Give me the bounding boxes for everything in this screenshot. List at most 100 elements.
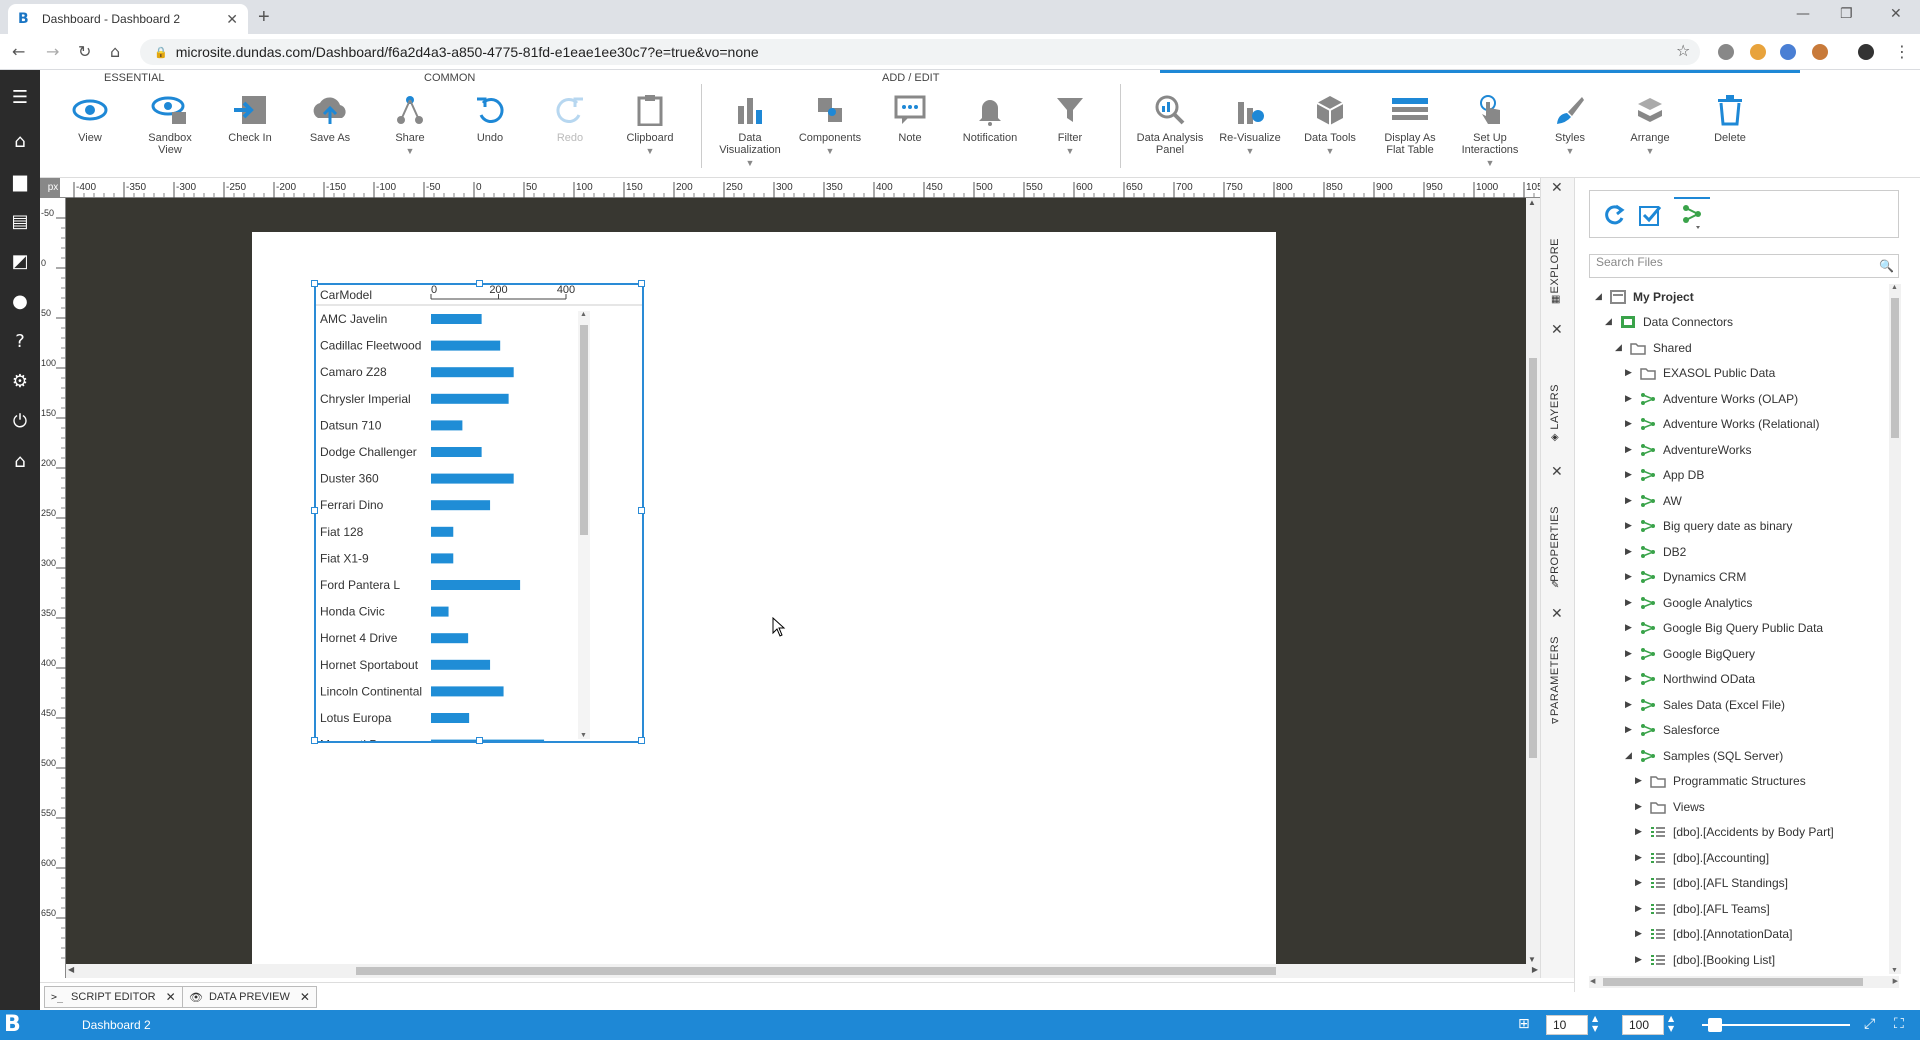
tree-expand-icon[interactable]: ▶ bbox=[1625, 368, 1639, 378]
scroll-down-arrow-icon[interactable]: ▼ bbox=[1528, 955, 1536, 964]
tree-node[interactable]: ◢ My Project bbox=[1595, 284, 1694, 309]
search-icon[interactable]: 🔍 bbox=[1879, 259, 1894, 273]
bookmark-star-icon[interactable]: ☆ bbox=[1676, 41, 1690, 60]
bar[interactable] bbox=[431, 606, 449, 617]
tree-expand-icon[interactable]: ▶ bbox=[1635, 929, 1649, 939]
tree-expand-icon[interactable]: ▶ bbox=[1635, 955, 1649, 965]
tree-expand-icon[interactable]: ▶ bbox=[1625, 521, 1639, 531]
close-data-preview-icon[interactable]: ✕ bbox=[300, 990, 310, 1004]
data-tools-button[interactable]: Data Tools ▼ bbox=[1295, 88, 1365, 174]
resize-handle-bottom[interactable] bbox=[476, 737, 483, 744]
scroll-left-arrow-icon[interactable]: ◀ bbox=[68, 965, 74, 974]
bar[interactable] bbox=[431, 314, 482, 324]
extension-pen-icon[interactable] bbox=[1780, 44, 1796, 60]
resize-handle-right[interactable] bbox=[638, 507, 645, 514]
zoom-spinner-icon[interactable]: ▲ ▼ bbox=[1668, 1014, 1674, 1034]
extension-abp-icon[interactable] bbox=[1718, 44, 1734, 60]
tree-expand-icon[interactable]: ▶ bbox=[1635, 853, 1649, 863]
tree-expand-icon[interactable]: ▶ bbox=[1625, 419, 1639, 429]
restore-icon[interactable]: ❐ bbox=[1840, 6, 1853, 22]
tree-expand-icon[interactable]: ▶ bbox=[1635, 878, 1649, 888]
tree-node[interactable]: ▶ Dynamics CRM bbox=[1625, 565, 1746, 590]
filter-dropdown-icon[interactable]: ▼ bbox=[1035, 146, 1105, 156]
tree-node[interactable]: ▶ DB2 bbox=[1625, 539, 1686, 564]
clipboard-dropdown-icon[interactable]: ▼ bbox=[615, 146, 685, 156]
zoom-slider-thumb[interactable] bbox=[1708, 1018, 1722, 1032]
undo-button[interactable]: Undo bbox=[455, 88, 525, 174]
search-files-input[interactable]: Search Files bbox=[1589, 254, 1899, 278]
re-visualize-button[interactable]: Re-Visualize ▼ bbox=[1215, 88, 1285, 174]
close-layers-icon[interactable]: ✕ bbox=[1551, 322, 1563, 338]
close-explore-icon[interactable]: ✕ bbox=[1551, 180, 1563, 196]
tree-expand-icon[interactable]: ▶ bbox=[1625, 547, 1639, 557]
tab-data-preview[interactable]: 👁 DATA PREVIEW ✕ bbox=[182, 986, 317, 1008]
bar-chart-widget[interactable]: CarModel 0 200 400 AMC Javelin Cadillac Fleet… bbox=[311, 280, 645, 744]
close-script-editor-icon[interactable]: ✕ bbox=[166, 990, 176, 1004]
profile-avatar[interactable] bbox=[1858, 44, 1874, 60]
browser-tab[interactable]: B Dashboard - Dashboard 2 ✕ bbox=[8, 4, 248, 34]
tree-node[interactable]: ▶ Programmatic Structures bbox=[1635, 769, 1806, 794]
resize-handle-top[interactable] bbox=[476, 280, 483, 287]
nav-logout-icon[interactable]: ⏻ bbox=[8, 410, 32, 434]
zoom-input[interactable]: 100 bbox=[1622, 1015, 1664, 1035]
resize-handle-left[interactable] bbox=[311, 507, 318, 514]
tree-node[interactable]: ▶ Google Big Query Public Data bbox=[1625, 616, 1823, 641]
close-tab-icon[interactable]: ✕ bbox=[226, 11, 238, 28]
tree-node[interactable]: ▶ [dbo].[AFL Teams] bbox=[1635, 896, 1770, 921]
bar[interactable] bbox=[431, 686, 504, 697]
extension-cookie-icon[interactable] bbox=[1812, 44, 1828, 60]
bar[interactable] bbox=[431, 553, 454, 564]
tree-node[interactable]: ▶ Adventure Works (OLAP) bbox=[1625, 386, 1798, 411]
resize-handle-bottom-left[interactable] bbox=[311, 737, 318, 744]
sandbox-view-button[interactable]: Sandbox View bbox=[135, 88, 205, 174]
nav-documents-icon[interactable]: ▤ bbox=[8, 210, 32, 234]
bar[interactable] bbox=[431, 420, 463, 431]
chart-scroll-up-icon[interactable]: ▲ bbox=[580, 311, 587, 318]
tree-scroll-left-icon[interactable]: ◀ bbox=[1590, 977, 1595, 985]
components-dropdown-icon[interactable]: ▼ bbox=[795, 146, 865, 156]
nav-users-icon[interactable]: ● bbox=[8, 290, 32, 314]
close-window-icon[interactable]: ✕ bbox=[1890, 6, 1902, 22]
bar[interactable] bbox=[431, 739, 545, 741]
nav-help-icon[interactable]: ? bbox=[8, 330, 32, 354]
bar[interactable] bbox=[431, 526, 454, 537]
chart-scroll-down-icon[interactable]: ▼ bbox=[580, 732, 587, 739]
tree-expand-icon[interactable]: ▶ bbox=[1635, 827, 1649, 837]
home-icon[interactable]: ⌂ bbox=[110, 42, 120, 61]
nav-projects-icon[interactable]: ▆ bbox=[8, 170, 32, 194]
refresh-button[interactable] bbox=[1596, 197, 1632, 233]
bar[interactable] bbox=[431, 367, 514, 378]
canvas-vertical-scrollbar[interactable]: ▲ ▼ bbox=[1526, 198, 1540, 964]
data-visualization-dropdown-icon[interactable]: ▼ bbox=[715, 158, 785, 168]
tree-node[interactable]: ◢ Shared bbox=[1615, 335, 1692, 360]
re-visualize-dropdown-icon[interactable]: ▼ bbox=[1215, 146, 1285, 156]
filter-button[interactable]: Filter ▼ bbox=[1035, 88, 1105, 174]
tree-node[interactable]: ◢ Samples (SQL Server) bbox=[1625, 743, 1783, 768]
tree-node[interactable]: ▶ Salesforce bbox=[1625, 718, 1720, 743]
chart-scrollbar[interactable]: ▲ ▼ bbox=[578, 311, 590, 739]
tree-node[interactable]: ▶ Big query date as binary bbox=[1625, 514, 1792, 539]
bar[interactable] bbox=[431, 659, 491, 670]
forward-icon[interactable]: → bbox=[46, 42, 59, 61]
tree-node[interactable]: ▶ [dbo].[AFL Standings] bbox=[1635, 871, 1788, 896]
tree-node[interactable]: ▶ Sales Data (Excel File) bbox=[1625, 692, 1785, 717]
resize-handle-bottom-right[interactable] bbox=[638, 737, 645, 744]
data-connectors-view-button[interactable] bbox=[1674, 197, 1710, 233]
scroll-up-arrow-icon[interactable]: ▲ bbox=[1528, 198, 1536, 207]
resize-handle-top-right[interactable] bbox=[638, 280, 645, 287]
set-up-interactions-dropdown-icon[interactable]: ▼ bbox=[1455, 158, 1525, 168]
url-field[interactable]: 🔒 microsite.dundas.com/Dashboard/f6a2d4a… bbox=[140, 39, 1700, 65]
zoom-slider-track[interactable] bbox=[1702, 1024, 1850, 1026]
tree-node[interactable]: ▶ [dbo].[Accounting] bbox=[1635, 845, 1769, 870]
clipboard-button[interactable]: Clipboard ▼ bbox=[615, 88, 685, 174]
data-analysis-panel-button[interactable]: Data Analysis Panel bbox=[1135, 88, 1205, 174]
delete-button[interactable]: Delete bbox=[1695, 88, 1765, 174]
check-in-button[interactable]: Check In bbox=[215, 88, 285, 174]
tree-node[interactable]: ▶ AdventureWorks bbox=[1625, 437, 1751, 462]
tree-expand-icon[interactable]: ▶ bbox=[1625, 623, 1639, 633]
bar[interactable] bbox=[431, 580, 521, 590]
minimize-icon[interactable]: — bbox=[1796, 6, 1810, 22]
tree-expand-icon[interactable]: ▶ bbox=[1625, 445, 1639, 455]
styles-dropdown-icon[interactable]: ▼ bbox=[1535, 146, 1605, 156]
redo-button[interactable]: Redo bbox=[535, 88, 605, 174]
